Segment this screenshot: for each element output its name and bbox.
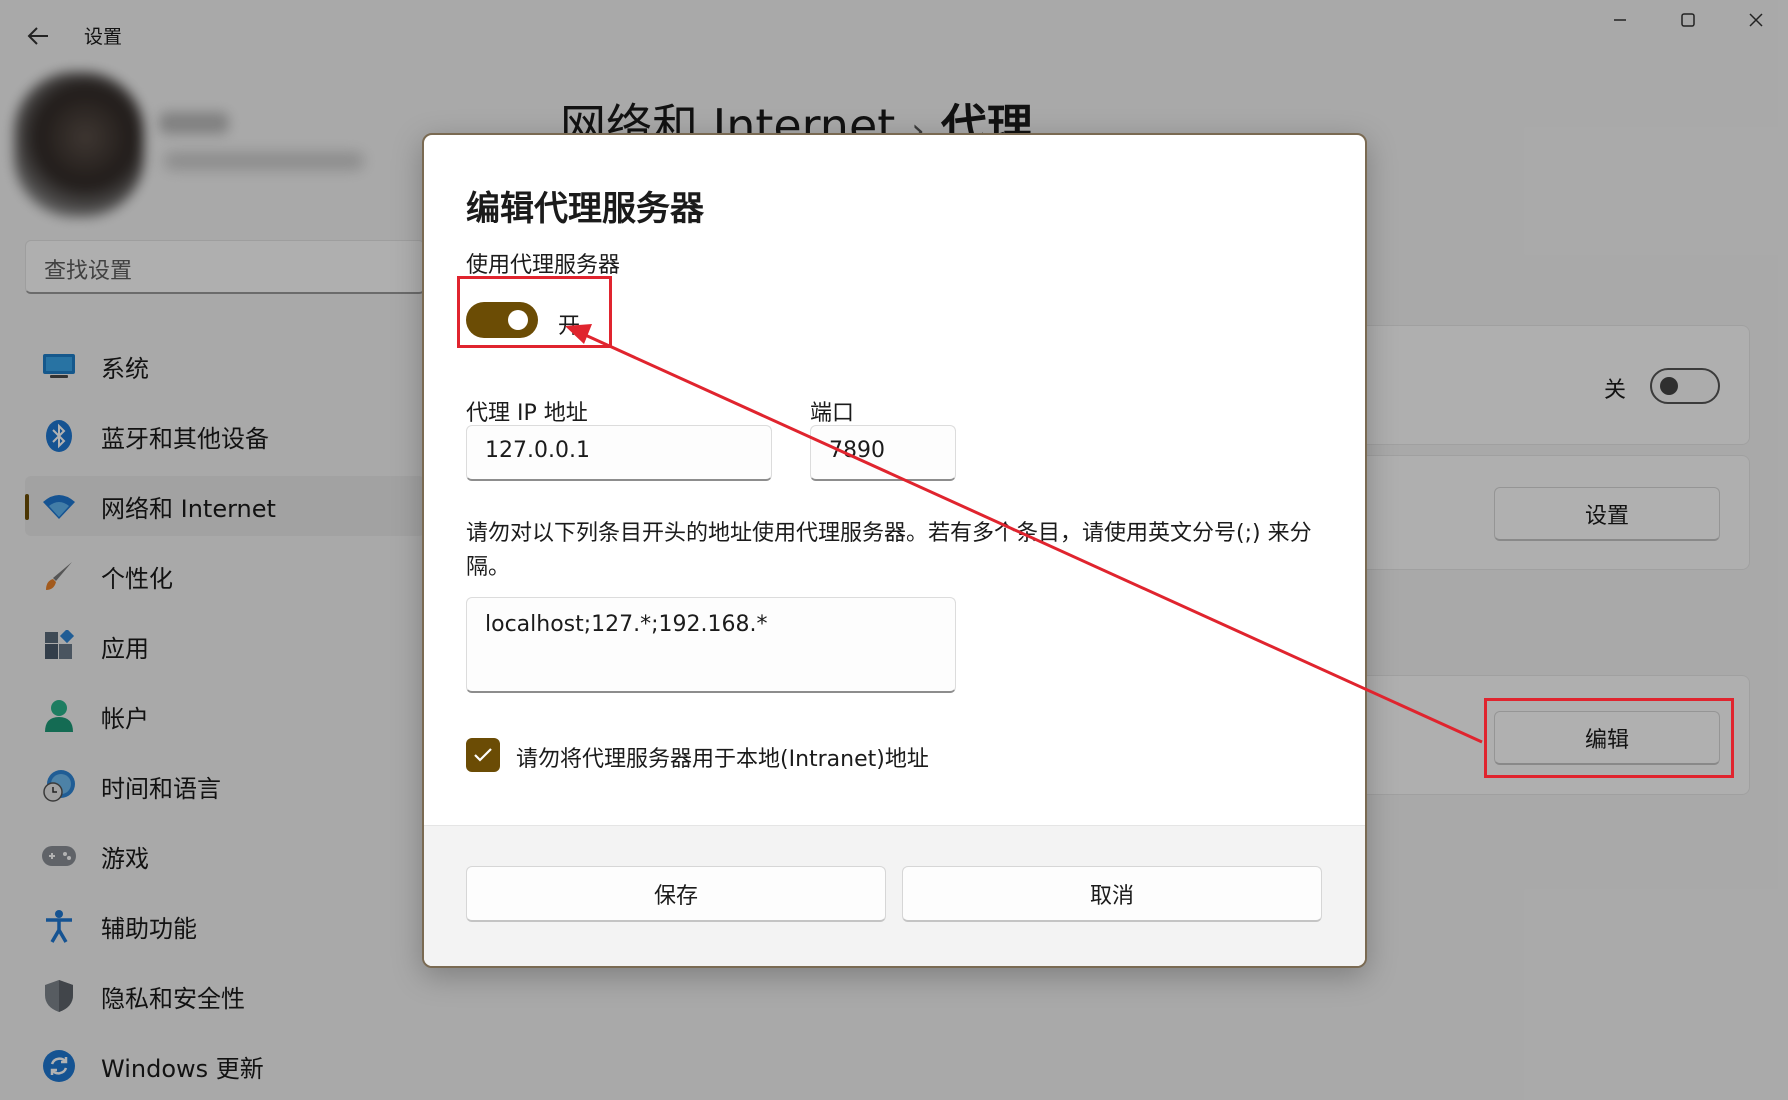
annotation-arrow-icon	[565, 324, 1483, 744]
